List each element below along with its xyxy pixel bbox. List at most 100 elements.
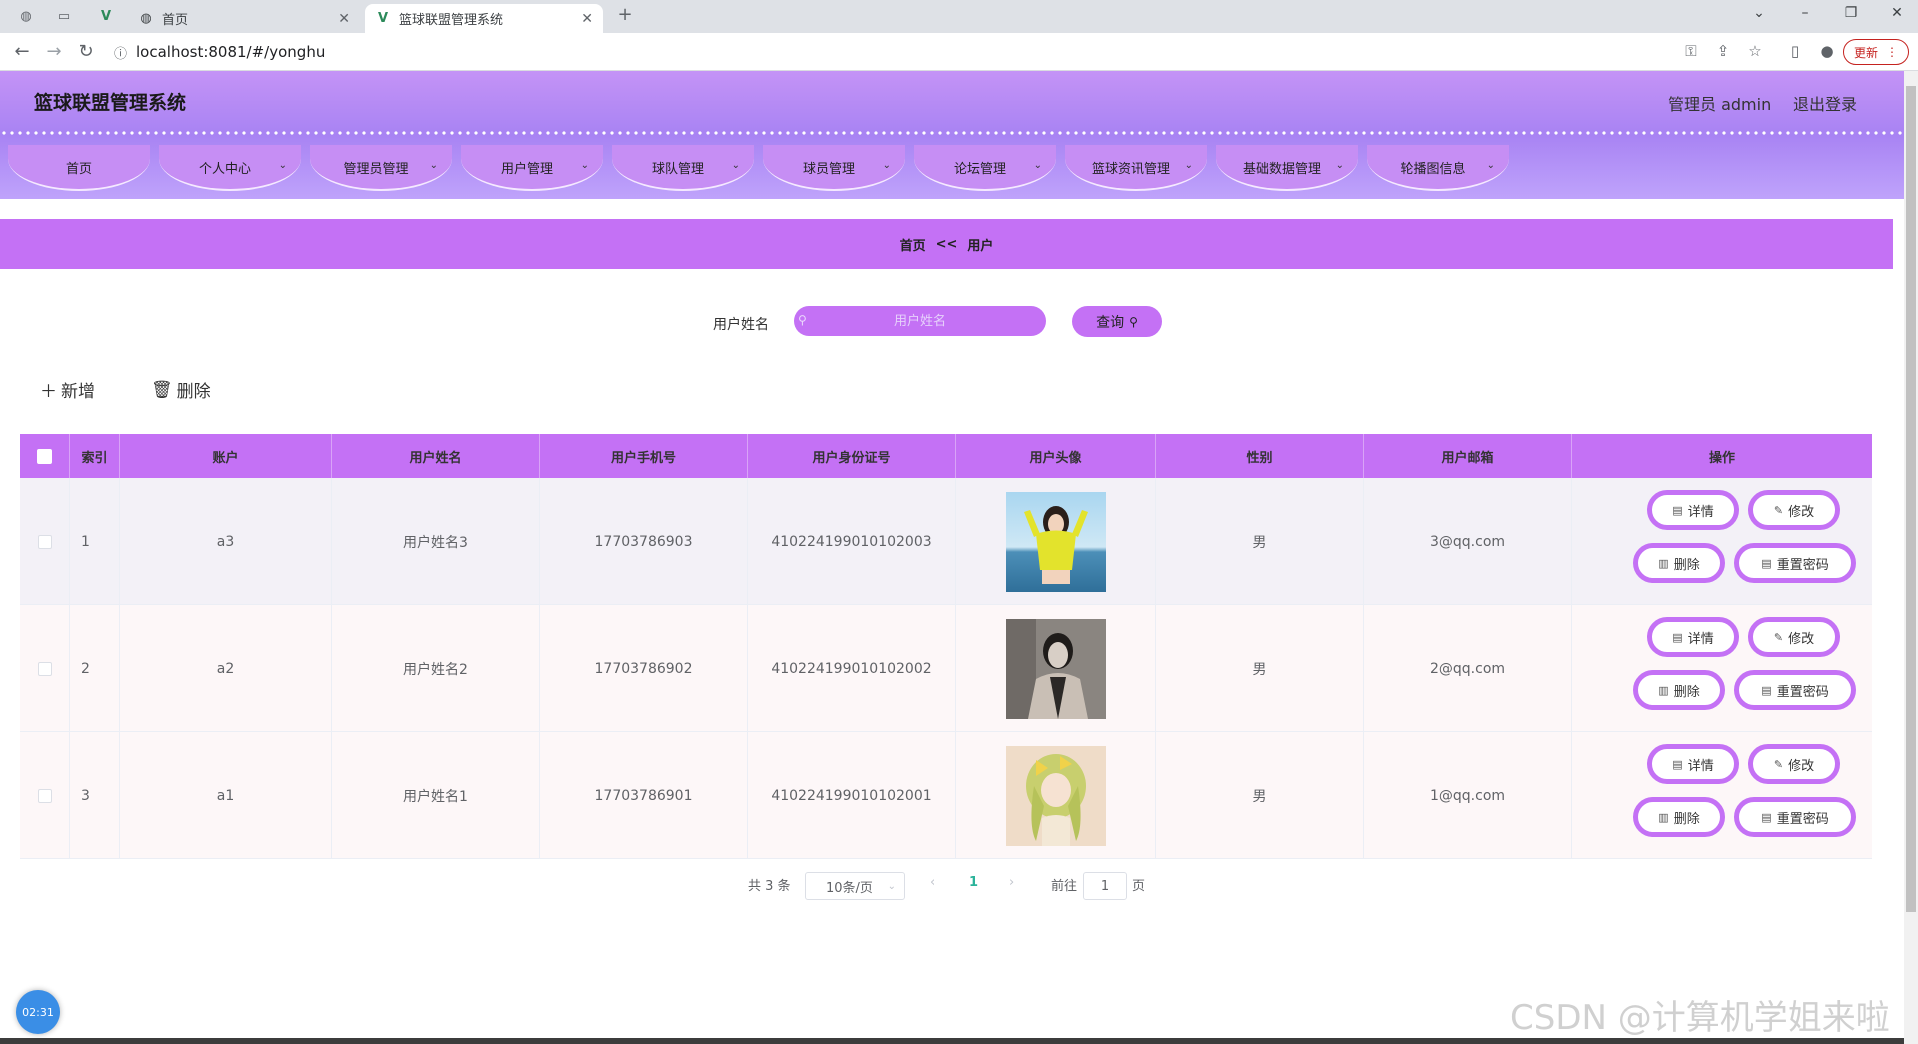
add-label: 新增 [61, 382, 95, 402]
add-button[interactable]: ＋ 新增 [40, 377, 95, 402]
tab-title: 首页 [162, 13, 189, 28]
menu-item-base-data[interactable]: 基础数据管理 ⌄ [1216, 145, 1358, 191]
close-icon[interactable]: ✕ [581, 11, 593, 27]
detail-button[interactable]: ▤ 详情 [1647, 744, 1739, 784]
row-checkbox[interactable] [37, 534, 52, 549]
email-cell: 2@qq.com [1364, 605, 1572, 732]
row-select-cell [20, 605, 70, 732]
row-select-cell [20, 478, 70, 605]
document-icon: ▤ [1672, 757, 1683, 771]
close-icon[interactable]: ✕ [338, 11, 350, 27]
update-button[interactable]: 更新 ⋮ [1843, 39, 1909, 65]
watermark: CSDN @计算机学姐来啦 [1510, 998, 1890, 1038]
close-window-icon[interactable]: ✕ [1887, 5, 1907, 21]
key-icon[interactable]: ⚿ [1681, 42, 1701, 60]
menu-item-users[interactable]: 用户管理 ⌄ [461, 145, 603, 191]
url-text[interactable]: localhost:8081/#/yonghu [136, 43, 325, 61]
batch-delete-button[interactable]: 🗑 删除 [151, 377, 211, 403]
reset-label: 重置密码 [1776, 811, 1829, 827]
reset-password-button[interactable]: ▤ 重置密码 [1734, 670, 1856, 710]
table-header: 索引 账户 用户姓名 用户手机号 用户身份证号 用户头像 性别 用户邮箱 操作 [20, 434, 1872, 478]
trash-icon: ▥ [1658, 810, 1669, 824]
row-checkbox[interactable] [37, 661, 52, 676]
avatar-image[interactable] [1005, 618, 1106, 719]
delete-label: 删除 [1673, 557, 1700, 573]
next-page-icon[interactable]: › [1009, 875, 1014, 890]
vue-icon: V [377, 11, 389, 26]
chevron-down-icon: ⌄ [882, 160, 891, 171]
search-input[interactable] [794, 306, 1046, 336]
forward-icon[interactable]: → [44, 42, 64, 62]
detail-label: 详情 [1687, 758, 1714, 774]
more-icon: ⋮ [1886, 45, 1898, 59]
reset-password-button[interactable]: ▤ 重置密码 [1734, 797, 1856, 837]
search-icon: ⚲ [1129, 314, 1138, 329]
avatar-image[interactable] [1005, 491, 1106, 592]
vue-icon[interactable]: V [98, 8, 114, 24]
restore-icon[interactable]: ❐ [1841, 5, 1861, 21]
tab-current[interactable]: V 篮球联盟管理系统 ✕ [365, 4, 603, 33]
share-icon[interactable]: ⇪ [1713, 42, 1733, 60]
menu-item-news[interactable]: 篮球资讯管理 ⌄ [1065, 145, 1207, 191]
id-card-cell: 410224199010102003 [748, 478, 956, 605]
select-all-checkbox[interactable] [37, 448, 52, 464]
update-label: 更新 [1853, 45, 1878, 60]
trash-icon: ▥ [1658, 556, 1669, 570]
reload-icon[interactable]: ↻ [76, 42, 96, 62]
detail-button[interactable]: ▤ 详情 [1647, 490, 1739, 530]
minimize-icon[interactable]: – [1795, 5, 1815, 21]
email-cell: 1@qq.com [1364, 732, 1572, 859]
back-icon[interactable]: ← [12, 42, 32, 62]
delete-button[interactable]: ▥ 删除 [1633, 543, 1725, 583]
globe-icon[interactable]: ◍ [18, 8, 34, 24]
menu-item-admins[interactable]: 管理员管理 ⌄ [310, 145, 452, 191]
phone-cell: 17703786902 [540, 605, 748, 732]
prev-page-icon[interactable]: ‹ [930, 875, 935, 890]
edit-icon: ✎ [1773, 757, 1784, 771]
column-header: 索引 [70, 434, 120, 478]
profile-icon[interactable]: ● [1817, 42, 1837, 60]
menu-item-teams[interactable]: 球队管理 ⌄ [612, 145, 754, 191]
omnibox[interactable]: ⓘ localhost:8081/#/yonghu [108, 38, 1908, 66]
name-cell: 用户姓名1 [332, 732, 540, 859]
menu-item-forum[interactable]: 论坛管理 ⌄ [914, 145, 1056, 191]
ops-cell: ▤ 详情 ✎ 修改 ▥ 删除 ▤ 重置密码 [1572, 605, 1872, 732]
app-title: 篮球联盟管理系统 [34, 92, 187, 114]
menu-item-carousel[interactable]: 轮播图信息 ⌄ [1367, 145, 1509, 191]
tab-home[interactable]: ◍ 首页 ✕ [128, 4, 360, 33]
avatar-image[interactable] [1005, 745, 1106, 846]
detail-button[interactable]: ▤ 详情 [1647, 617, 1739, 657]
current-page[interactable]: 1 [969, 875, 978, 890]
sidebar-icon[interactable]: ▯ [1785, 42, 1805, 60]
search-icon: ⚲ [798, 313, 807, 327]
breadcrumb-home[interactable]: 首页 [900, 235, 926, 254]
edit-button[interactable]: ✎ 修改 [1748, 490, 1840, 530]
menu-item-profile[interactable]: 个人中心 ⌄ [159, 145, 301, 191]
edit-icon: ✎ [1773, 503, 1784, 517]
menu-item-players[interactable]: 球员管理 ⌄ [763, 145, 905, 191]
edit-button[interactable]: ✎ 修改 [1748, 617, 1840, 657]
blank-page-icon[interactable]: ▭ [56, 8, 72, 24]
new-tab-icon[interactable]: + [617, 4, 633, 25]
query-button[interactable]: 查询 ⚲ [1072, 306, 1162, 337]
page-size-select[interactable]: 10条/页 ⌄ [805, 872, 905, 900]
index-cell: 2 [70, 605, 120, 732]
star-icon[interactable]: ☆ [1745, 42, 1765, 60]
column-header: 用户姓名 [332, 434, 540, 478]
taskbar-edge [0, 1038, 1904, 1044]
goto-page-input[interactable]: 1 [1083, 872, 1127, 900]
menu-item-home[interactable]: 首页 [8, 145, 150, 191]
tab-search-icon[interactable]: ⌄ [1749, 5, 1769, 21]
menu-label: 基础数据管理 [1242, 161, 1321, 177]
row-select-cell [20, 732, 70, 859]
edit-button[interactable]: ✎ 修改 [1748, 744, 1840, 784]
delete-button[interactable]: ▥ 删除 [1633, 797, 1725, 837]
column-header: 操作 [1708, 450, 1735, 466]
info-icon[interactable]: ⓘ [114, 43, 127, 62]
reset-password-button[interactable]: ▤ 重置密码 [1734, 543, 1856, 583]
scrollbar-thumb[interactable] [1906, 86, 1916, 912]
email-cell: 3@qq.com [1364, 478, 1572, 605]
row-checkbox[interactable] [37, 788, 52, 803]
logout-link[interactable]: 退出登录 [1793, 91, 1857, 115]
delete-button[interactable]: ▥ 删除 [1633, 670, 1725, 710]
